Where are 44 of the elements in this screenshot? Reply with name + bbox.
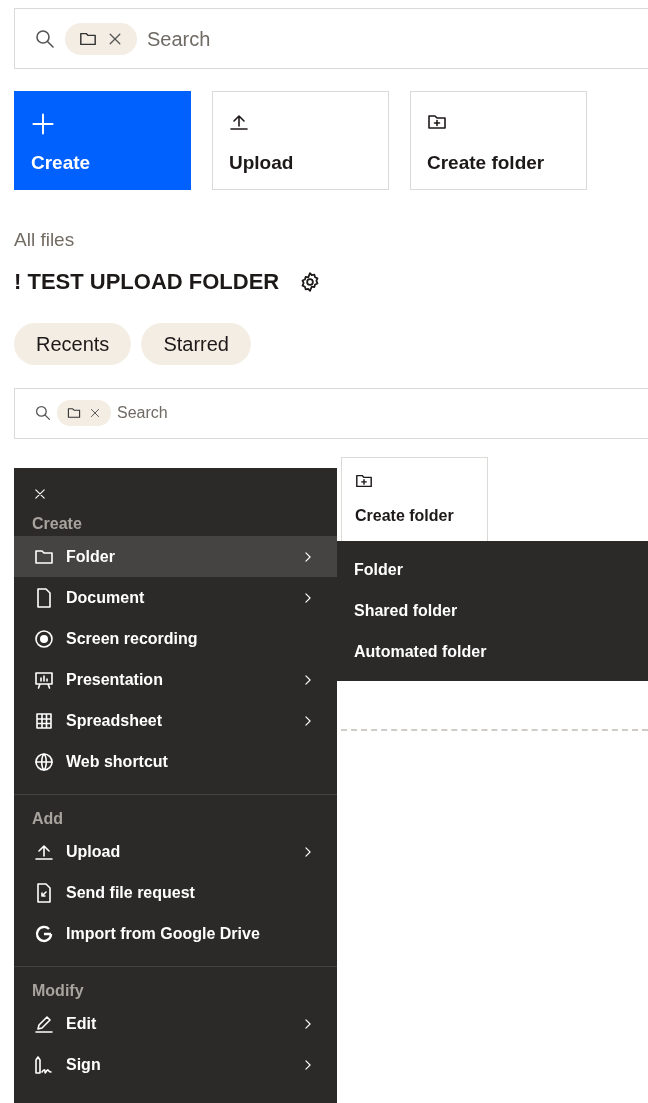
document-icon [35, 587, 53, 608]
close-icon [33, 487, 47, 501]
section-heading: Create [31, 514, 83, 534]
section-heading: Modify [31, 981, 85, 1001]
create-folder-button[interactable]: Create folder [410, 91, 587, 190]
submenu-item[interactable]: Shared folder [337, 590, 648, 631]
search-input[interactable]: Search [147, 23, 447, 54]
filter-chip[interactable]: Recents [14, 322, 132, 365]
menu-item[interactable]: Folder [14, 536, 337, 577]
globe-icon [34, 751, 54, 772]
folder-plus-icon [427, 112, 447, 132]
record-icon [34, 628, 54, 649]
menu-item[interactable]: Upload [14, 831, 337, 872]
section-heading: Add [31, 809, 65, 829]
create-button[interactable]: Create [14, 91, 191, 190]
menu-item[interactable]: Presentation [14, 659, 337, 700]
pencil-icon [34, 1013, 54, 1034]
menu-item[interactable]: Document [14, 577, 337, 618]
signature-icon [33, 1054, 55, 1075]
close-icon [89, 407, 101, 420]
upload-icon [229, 112, 249, 132]
grid-icon [34, 710, 54, 731]
menu-item[interactable]: Sign [14, 1044, 337, 1085]
menu-item[interactable]: Web shortcut [14, 741, 337, 782]
filter-chip[interactable]: Starred [141, 322, 251, 365]
plus-icon [31, 112, 55, 136]
folder-filter-chip[interactable] [65, 22, 137, 55]
menu-item[interactable]: Import from Google Drive [14, 913, 337, 954]
menu-item[interactable]: Spreadsheet [14, 700, 337, 741]
search-icon [35, 405, 51, 422]
presentation-icon [34, 669, 54, 690]
google-icon [34, 923, 54, 944]
breadcrumb-link[interactable]: All files [14, 226, 648, 255]
file-request-icon [35, 882, 53, 903]
menu-item[interactable]: Edit [14, 1003, 337, 1044]
search-input[interactable]: Search [117, 401, 417, 426]
folder-title: ! TEST UPLOAD FOLDER [14, 268, 280, 295]
menu-item[interactable]: Screen recording [14, 618, 337, 659]
search-icon [35, 28, 55, 49]
menu-item[interactable]: Send file request [14, 872, 337, 913]
submenu-item[interactable]: Automated folder [337, 631, 648, 672]
folder-filter-chip[interactable] [57, 400, 111, 427]
folder-icon [67, 406, 81, 421]
upload-button[interactable]: Upload [212, 91, 389, 190]
